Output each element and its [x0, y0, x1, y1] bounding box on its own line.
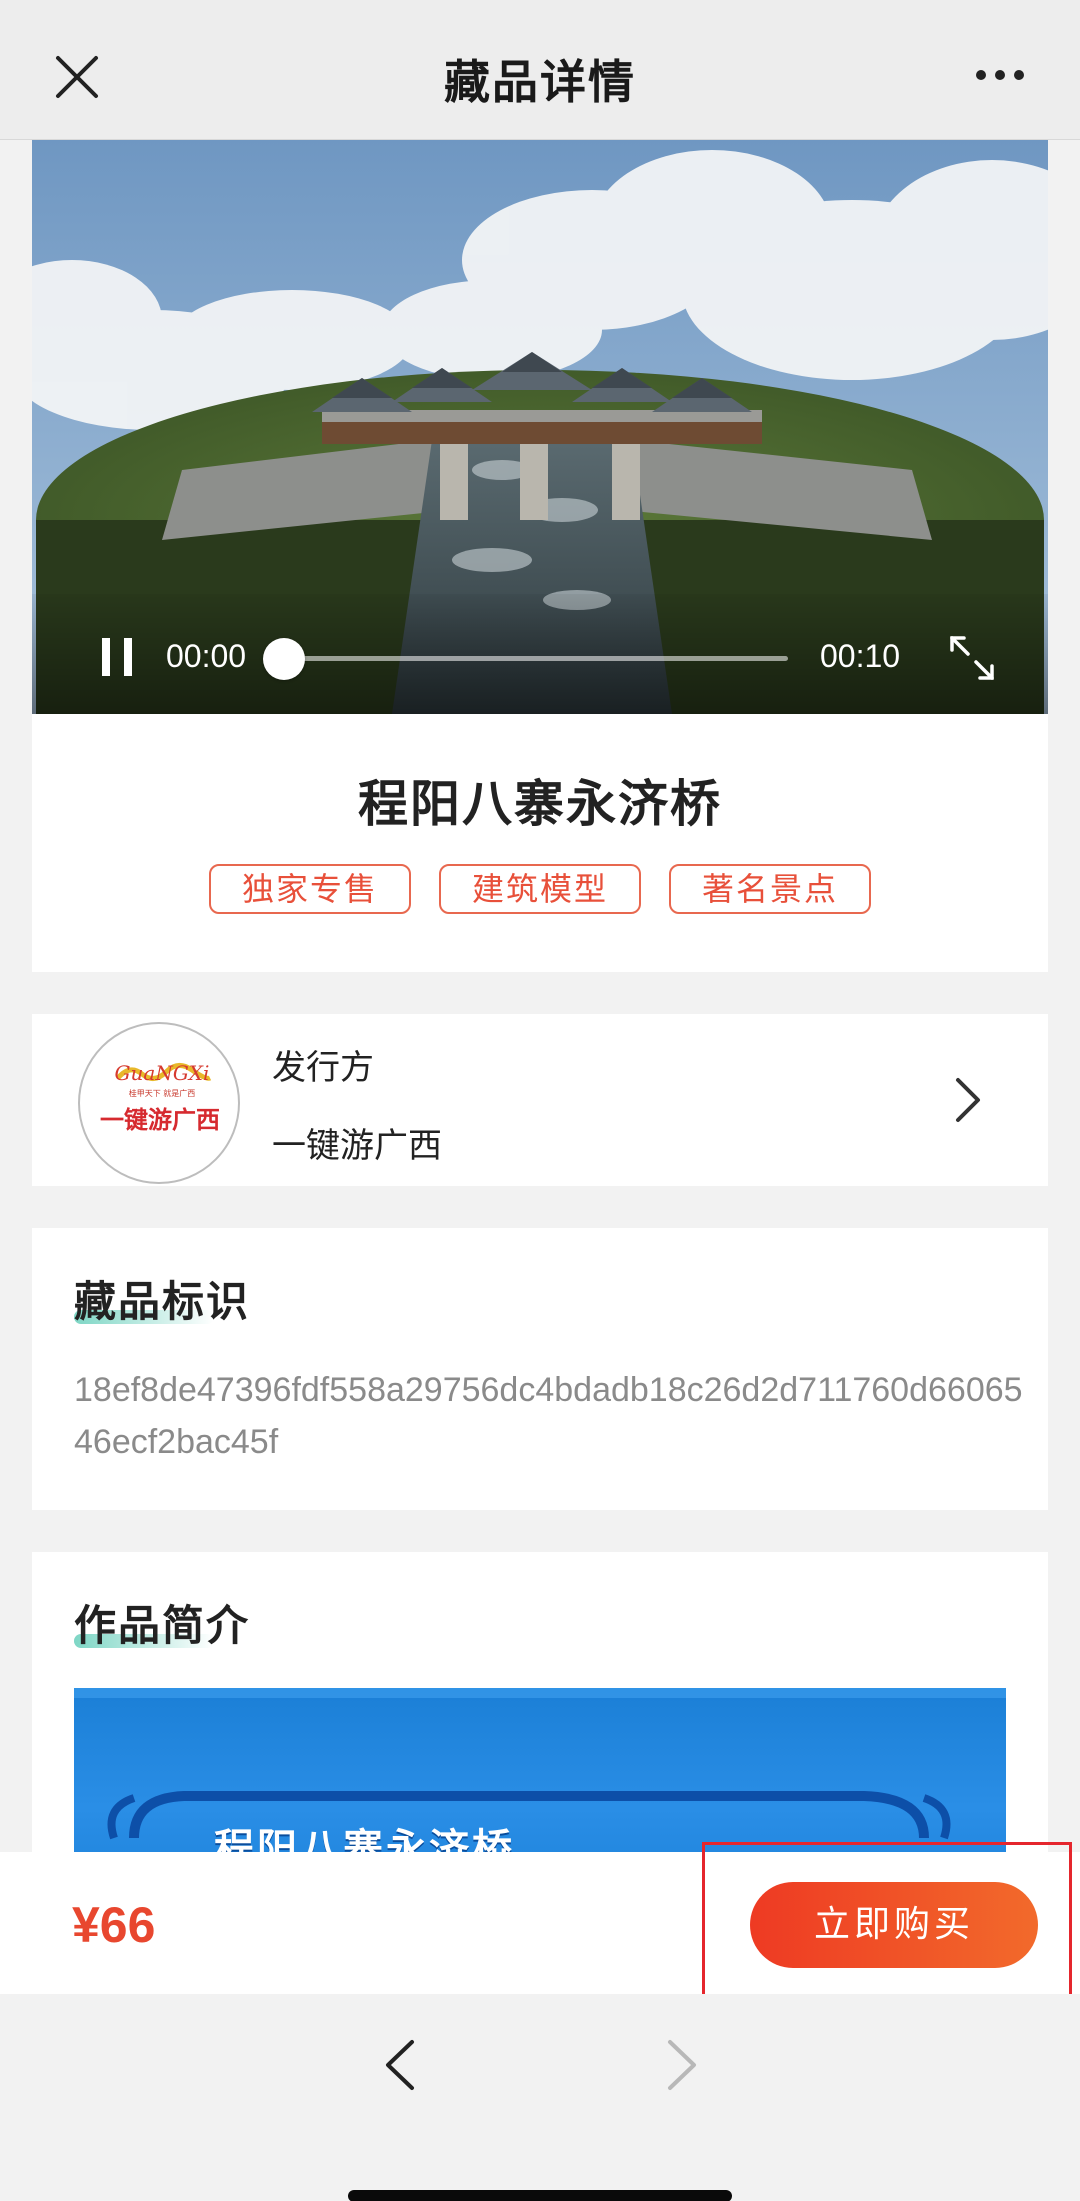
- pause-icon[interactable]: [94, 634, 140, 680]
- svg-text:一键游广西: 一键游广西: [100, 1106, 220, 1134]
- current-time: 00:00: [166, 638, 247, 674]
- issuer-name: 一键游广西: [272, 1126, 442, 1166]
- intro-title: 作品简介: [74, 1601, 251, 1650]
- svg-text:桂甲天下 就是广西: 桂甲天下 就是广西: [129, 1088, 196, 1098]
- duration-time: 00:10: [820, 638, 901, 674]
- progress-knob[interactable]: [263, 638, 305, 680]
- price: ¥66: [72, 1897, 156, 1953]
- product-tags: 独家专售 建筑模型 著名景点: [32, 864, 1048, 914]
- progress-track[interactable]: [263, 638, 788, 680]
- issuer-logo-graphic: GuaNGXi 桂甲天下 就是广西 一键游广西: [100, 1061, 220, 1134]
- tag-architecture-model: 建筑模型: [439, 864, 641, 914]
- video-controls: 00:00 00:10: [32, 594, 1048, 714]
- forward-arrow-icon[interactable]: [664, 2038, 700, 2092]
- page-title: 藏品详情: [444, 55, 636, 109]
- issuer-row[interactable]: GuaNGXi 桂甲天下 就是广西 一键游广西 发行方 一键游广西: [32, 1014, 1048, 1186]
- chevron-right-icon[interactable]: [952, 1076, 982, 1124]
- identifier-title: 藏品标识: [74, 1277, 251, 1326]
- tag-exclusive: 独家专售: [209, 864, 411, 914]
- intro-card: 作品简介 程阳八寨永济桥: [32, 1552, 1048, 1852]
- video-player[interactable]: 00:00 00:10: [32, 140, 1048, 714]
- svg-text:GuaNGXi: GuaNGXi: [115, 1061, 210, 1085]
- intro-banner-image: 程阳八寨永济桥: [74, 1688, 1006, 1852]
- identifier-card: 藏品标识 18ef8de47396fdf558a29756dc4bdadb18c…: [32, 1228, 1048, 1510]
- product-summary-card: 程阳八寨永济桥 独家专售 建筑模型 著名景点: [32, 714, 1048, 972]
- fullscreen-icon[interactable]: [946, 632, 998, 684]
- browser-nav-bar: [0, 1994, 1080, 2201]
- issuer-label: 发行方: [272, 1048, 374, 1088]
- back-arrow-icon[interactable]: [382, 2038, 418, 2092]
- more-icon[interactable]: [974, 68, 1026, 82]
- top-bar: 藏品详情: [0, 0, 1080, 140]
- home-indicator[interactable]: [348, 2190, 732, 2201]
- product-name: 程阳八寨永济桥: [358, 775, 722, 833]
- issuer-logo: GuaNGXi 桂甲天下 就是广西 一键游广西: [78, 1022, 240, 1184]
- tag-famous-spot: 著名景点: [669, 864, 871, 914]
- highlight-annotation-box: [702, 1842, 1072, 2008]
- identifier-hash: 18ef8de47396fdf558a29756dc4bdadb18c26d2d…: [74, 1371, 1023, 1461]
- banner-title: 程阳八寨永济桥: [214, 1825, 515, 1852]
